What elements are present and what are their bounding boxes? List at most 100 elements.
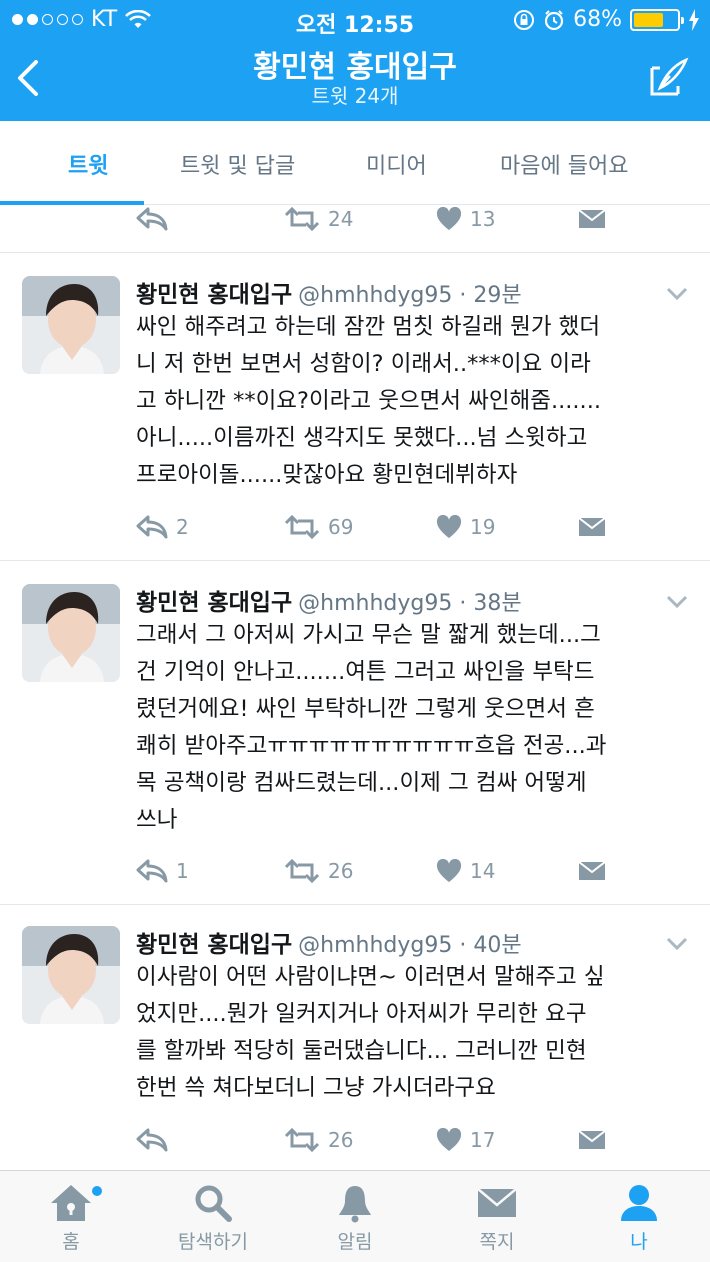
tweet-author-name[interactable]: 황민현 홍대입구 bbox=[136, 932, 292, 958]
tab-tweets-and-replies[interactable]: 트윗 및 답글 bbox=[180, 148, 295, 180]
retweet-button[interactable]: 24 bbox=[284, 207, 353, 231]
tab-notifications[interactable]: 알림 bbox=[284, 1171, 426, 1262]
tweet-header: 황민현 홍대입구 @hmhhdyg95 · 29분 bbox=[136, 275, 522, 309]
tab-me-label: 나 bbox=[630, 1231, 648, 1253]
avatar[interactable] bbox=[22, 926, 120, 1024]
envelope-share-icon bbox=[578, 1130, 606, 1149]
tab-home-label: 홈 bbox=[62, 1231, 80, 1253]
tweet-author-name[interactable]: 황민현 홍대입구 bbox=[136, 590, 292, 616]
like-count: 17 bbox=[470, 1128, 496, 1152]
retweet-count: 26 bbox=[328, 859, 354, 883]
status-right: 68% bbox=[513, 7, 700, 32]
tweet-text: 싸인 해주려고 하는데 잠깐 멈칫 하길래 뭔가 했더 니 저 한번 보면서 성… bbox=[136, 314, 602, 488]
tweet-actions: 1 26 14 bbox=[136, 856, 616, 886]
reply-count: 2 bbox=[176, 515, 189, 539]
tweet-header: 황민현 홍대입구 @hmhhdyg95 · 40분 bbox=[136, 925, 522, 959]
rotation-lock-icon bbox=[514, 9, 535, 30]
tweet-item[interactable]: 황민현 홍대입구 @hmhhdyg95 · 29분 싸인 해주려고 하는데 잠깐 … bbox=[0, 253, 710, 560]
like-count: 13 bbox=[470, 207, 496, 231]
tweet-handle-time: @hmhhdyg95 · 40분 bbox=[298, 933, 522, 958]
bottom-tab-bar: 홈 탐색하기 알림 쪽지 나 bbox=[0, 1170, 710, 1262]
direct-message-button[interactable] bbox=[578, 1129, 606, 1151]
retweet-icon bbox=[284, 515, 320, 539]
heart-icon bbox=[436, 515, 462, 538]
tweet-actions: 26 17 bbox=[136, 1125, 616, 1155]
retweet-button[interactable]: 26 bbox=[284, 859, 353, 883]
bell-icon bbox=[339, 1186, 371, 1223]
reply-count: 1 bbox=[176, 859, 189, 883]
tab-explore[interactable]: 탐색하기 bbox=[142, 1171, 284, 1262]
person-icon bbox=[621, 1185, 657, 1221]
charging-bolt-icon bbox=[689, 8, 699, 31]
tweet-handle-time: @hmhhdyg95 · 29분 bbox=[298, 283, 522, 308]
battery-icon bbox=[630, 8, 684, 31]
tab-likes[interactable]: 마음에 들어요 bbox=[500, 148, 628, 180]
like-button[interactable]: 17 bbox=[436, 1128, 495, 1152]
tweet-feed[interactable]: 24 13 황민현 홍대입구 @hmhhdyg95 · 29분 싸인 해주려고 … bbox=[0, 206, 710, 1170]
reply-button[interactable]: 1 bbox=[136, 859, 189, 883]
search-icon bbox=[195, 1185, 232, 1222]
retweet-icon bbox=[284, 1128, 320, 1152]
retweet-icon bbox=[284, 207, 320, 231]
home-icon bbox=[51, 1185, 91, 1221]
tab-messages-label: 쪽지 bbox=[479, 1231, 515, 1253]
envelope-share-icon bbox=[578, 517, 606, 536]
header: KT 오전 12:55 68% 황민현 홍대입구 트윗 24개 bbox=[0, 0, 710, 121]
status-bar: KT 오전 12:55 68% bbox=[0, 0, 710, 40]
retweet-count: 69 bbox=[328, 515, 354, 539]
tweet-text: 이사람이 어떤 사람이냐면~ 이러면서 말해주고 싶 었지만....뭔가 일커지… bbox=[136, 964, 605, 1101]
envelope-icon bbox=[477, 1188, 517, 1217]
tab-tweets[interactable]: 트윗 bbox=[68, 148, 108, 180]
alarm-icon bbox=[544, 9, 564, 30]
reply-icon bbox=[136, 515, 168, 539]
tab-media[interactable]: 미디어 bbox=[366, 148, 427, 180]
direct-message-button[interactable] bbox=[578, 860, 606, 882]
tweet-count: 트윗 24개 bbox=[311, 84, 399, 108]
heart-icon bbox=[436, 859, 462, 882]
like-count: 19 bbox=[470, 515, 496, 539]
retweet-count: 26 bbox=[328, 1128, 354, 1152]
tweet-item[interactable]: 황민현 홍대입구 @hmhhdyg95 · 40분 이사람이 어떤 사람이냐면~ … bbox=[0, 905, 710, 1170]
reply-icon bbox=[136, 1128, 168, 1152]
like-button[interactable]: 13 bbox=[436, 207, 495, 231]
chevron-down-icon[interactable] bbox=[666, 287, 688, 301]
tweet-text: 그래서 그 아저씨 가시고 무슨 말 짧게 했는데...그 건 기억이 안나고.… bbox=[136, 622, 607, 833]
retweet-button[interactable]: 69 bbox=[284, 515, 353, 539]
chevron-down-icon[interactable] bbox=[666, 937, 688, 951]
tab-explore-label: 탐색하기 bbox=[178, 1231, 248, 1253]
heart-icon bbox=[436, 207, 462, 230]
compose-tweet-icon[interactable] bbox=[648, 56, 690, 98]
reply-button[interactable] bbox=[136, 207, 168, 231]
tab-me[interactable]: 나 bbox=[568, 1171, 710, 1262]
tweet-item[interactable]: 황민현 홍대입구 @hmhhdyg95 · 38분 그래서 그 아저씨 가시고 무… bbox=[0, 561, 710, 904]
like-count: 14 bbox=[470, 859, 496, 883]
tweet-handle-time: @hmhhdyg95 · 38분 bbox=[298, 591, 522, 616]
battery-percent: 68% bbox=[573, 7, 622, 32]
avatar[interactable] bbox=[22, 584, 120, 682]
envelope-share-icon bbox=[578, 209, 606, 228]
avatar[interactable] bbox=[22, 276, 120, 374]
reply-icon bbox=[136, 207, 168, 231]
retweet-icon bbox=[284, 859, 320, 883]
heart-icon bbox=[436, 1128, 462, 1151]
tweet-actions: 2 69 19 bbox=[136, 512, 616, 542]
reply-button[interactable]: 2 bbox=[136, 515, 189, 539]
tweet-author-name[interactable]: 황민현 홍대입구 bbox=[136, 282, 292, 308]
tab-notifications-label: 알림 bbox=[337, 1231, 373, 1253]
active-tab-indicator bbox=[0, 201, 144, 205]
retweet-count: 24 bbox=[328, 207, 354, 231]
tweet-actions: 24 13 bbox=[136, 206, 616, 234]
profile-tabs: 트윗 트윗 및 답글 미디어 마음에 들어요 bbox=[0, 121, 710, 205]
direct-message-button[interactable] bbox=[578, 208, 606, 230]
chevron-down-icon[interactable] bbox=[666, 595, 688, 609]
reply-button[interactable] bbox=[136, 1128, 168, 1152]
reply-icon bbox=[136, 859, 168, 883]
retweet-button[interactable]: 26 bbox=[284, 1128, 353, 1152]
direct-message-button[interactable] bbox=[578, 516, 606, 538]
like-button[interactable]: 19 bbox=[436, 515, 495, 539]
tweet-header: 황민현 홍대입구 @hmhhdyg95 · 38분 bbox=[136, 583, 522, 617]
tab-messages[interactable]: 쪽지 bbox=[426, 1171, 568, 1262]
envelope-share-icon bbox=[578, 861, 606, 880]
like-button[interactable]: 14 bbox=[436, 859, 495, 883]
tab-home[interactable]: 홈 bbox=[0, 1171, 142, 1262]
